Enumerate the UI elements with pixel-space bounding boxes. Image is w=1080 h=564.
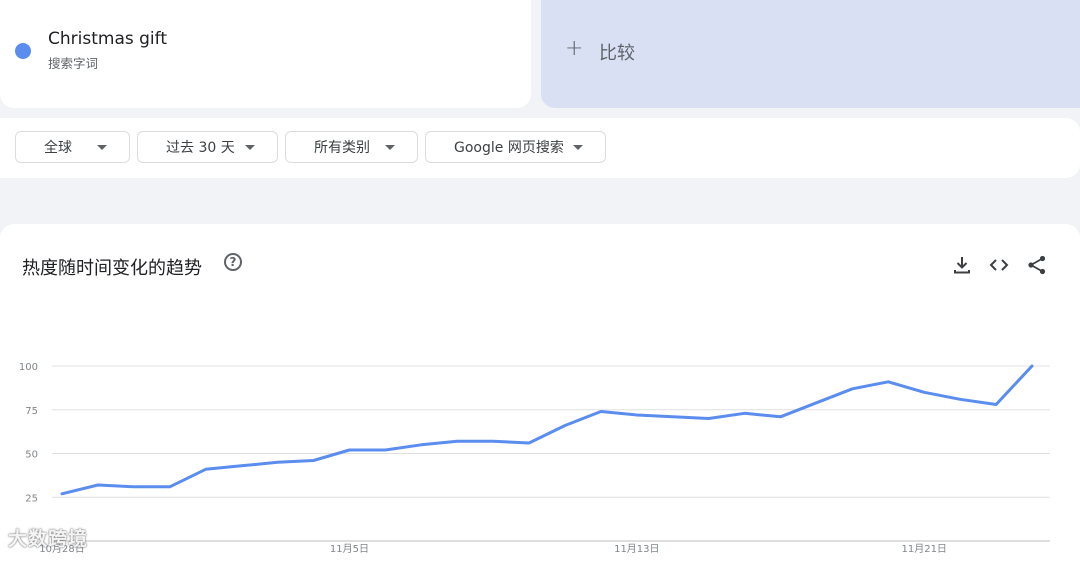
- y-tick-label: 75: [25, 406, 38, 417]
- x-tick-label: 11月5日: [330, 543, 369, 555]
- y-tick-label: 100: [19, 362, 38, 373]
- watermark: 大数跨境: [8, 528, 89, 550]
- trend-chart: 25507510010月28日 11月5日 11月13日 11月21日: [19, 362, 1050, 555]
- x-tick-label: 11月13日: [614, 543, 659, 555]
- series-line: [60, 364, 1034, 496]
- y-tick-label: 25: [25, 493, 38, 504]
- y-tick-label: 50: [25, 450, 38, 461]
- x-tick-label: 11月21日: [901, 543, 946, 555]
